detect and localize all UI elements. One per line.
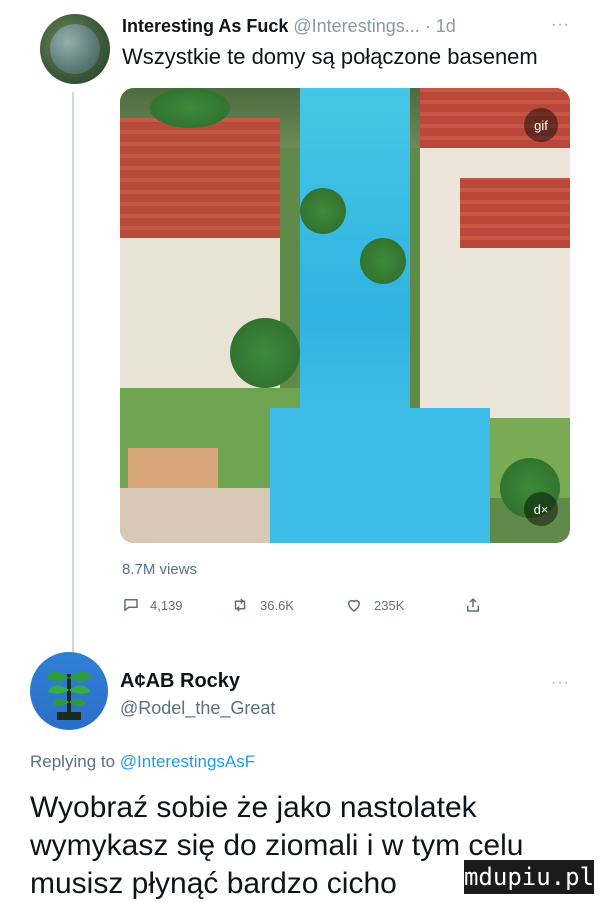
retweet-count: 36.6K [260,597,294,613]
reply-more-options-icon[interactable]: ··· [551,674,570,692]
replying-to-mention[interactable]: @InterestingsAsF [120,752,255,771]
tweet-time[interactable]: 1d [436,16,456,36]
retweet-button[interactable]: 36.6K [230,596,294,614]
more-options-icon[interactable]: ··· [551,16,570,34]
reply-icon [124,599,138,611]
tweet-header: Interesting As Fuck @Interestings... · 1… [122,16,456,37]
reply-author-name[interactable]: A¢AB Rocky [120,670,240,693]
reply-button[interactable]: 4,139 [122,596,183,614]
like-count: 235K [374,597,405,613]
replying-to-label: Replying to [30,752,116,771]
tweet-media[interactable]: gif d× [120,88,570,543]
replying-to: Replying to @InterestingsAsF [30,752,255,772]
reply-author-avatar[interactable] [30,652,108,730]
reply-text-line: Wyobraź sobie że jako nastolatek [30,791,477,824]
gif-icon[interactable]: gif [524,108,558,142]
retweet-icon [234,598,246,612]
tweet-text: Wszystkie te domy są połączone basenem [122,44,538,69]
author-avatar[interactable] [40,14,110,84]
separator: · [424,16,431,36]
author-handle[interactable]: @Interestings... [293,16,419,36]
share-icon [467,597,479,612]
mute-icon[interactable]: d× [524,492,558,526]
plant-icon [46,671,92,720]
heart-icon [347,599,361,612]
action-bar: 4,139 36.6K 235K [122,596,502,618]
reply-author-handle[interactable]: @Rodel_the_Great [120,698,275,719]
author-name[interactable]: Interesting As Fuck [122,16,288,36]
view-count: 8.7M views [122,561,198,578]
share-button[interactable] [464,596,492,614]
thread-line [72,92,74,652]
watermark-logo: mdupiu.pl [464,860,594,894]
like-button[interactable]: 235K [344,596,404,614]
reply-count: 4,139 [150,597,183,613]
